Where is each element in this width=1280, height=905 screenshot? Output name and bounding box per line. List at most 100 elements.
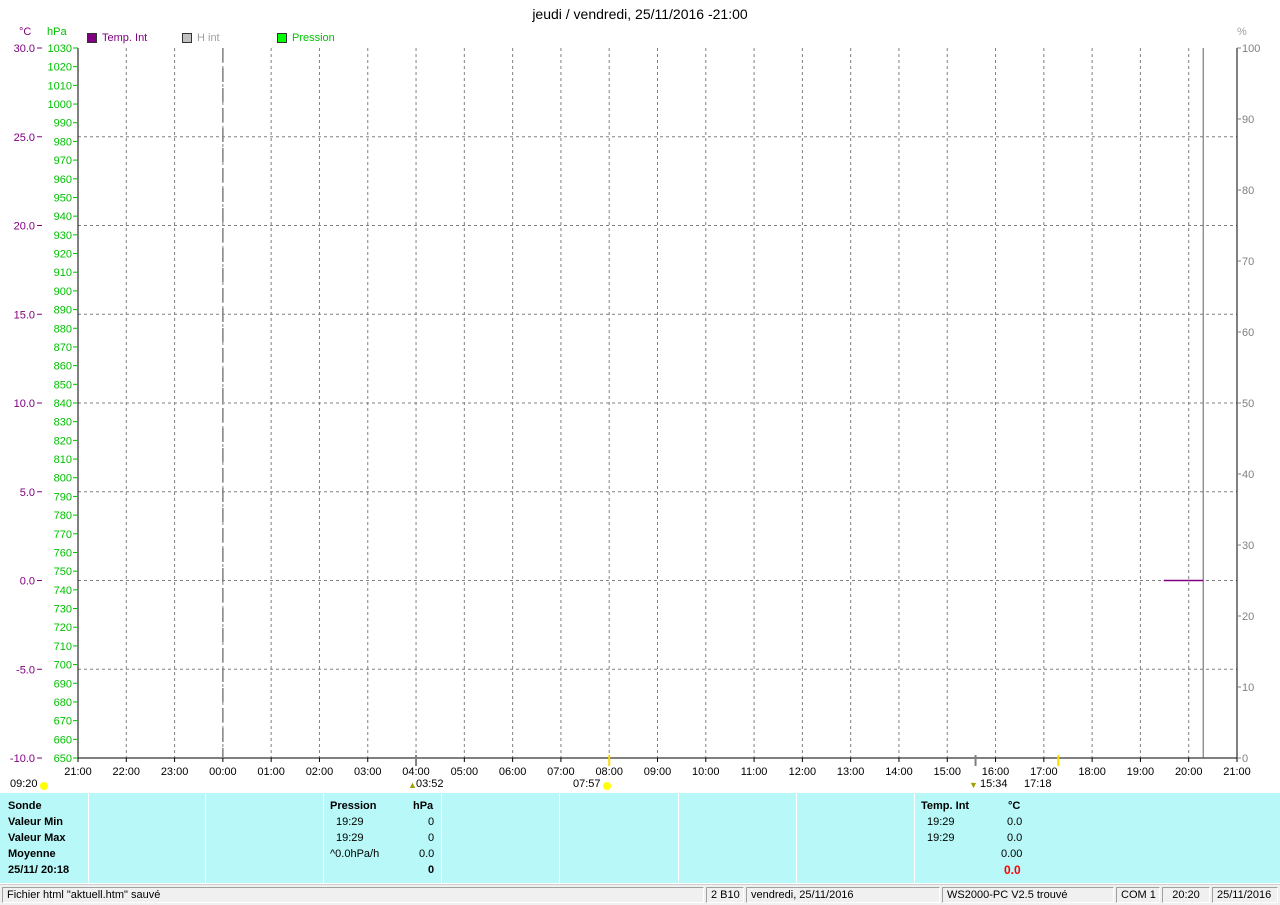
temp-int-max-value: 0.0 — [1007, 832, 1023, 844]
pressure-tick-label: 910 — [54, 267, 72, 279]
pressure-tick-label: 790 — [54, 491, 72, 503]
temp-tick-label: 15.0 — [14, 309, 35, 321]
pression-average: 0.0 — [419, 848, 435, 860]
pressure-tick-label: 650 — [54, 753, 72, 765]
temp-int-unit: °C — [1008, 800, 1021, 812]
status-bar: Fichier html "aktuell.htm" sauvé 2 B10 v… — [0, 884, 1280, 905]
humidity-tick-label: 0 — [1242, 753, 1248, 765]
pressure-tick-label: 750 — [54, 566, 72, 578]
pression-max-value: 0 — [428, 832, 435, 844]
temp-tick-label: 30.0 — [14, 43, 35, 55]
stats-column-empty — [206, 793, 324, 883]
x-tick-label: 19:00 — [1126, 766, 1155, 778]
pression-unit: hPa — [413, 800, 434, 812]
temp-tick-label: 10.0 — [14, 398, 35, 410]
sun-event-label: 07:57 — [573, 778, 601, 790]
pressure-tick-label: 690 — [54, 678, 72, 690]
pressure-tick-label: 780 — [54, 510, 72, 522]
pressure-tick-label: 670 — [54, 716, 72, 728]
x-tick-label: 04:00 — [402, 766, 430, 778]
stats-column-empty — [797, 793, 915, 883]
temp-tick-label: 25.0 — [14, 132, 35, 144]
sun-event-label: 09:20 — [10, 778, 38, 790]
humidity-tick-label: 40 — [1242, 469, 1254, 481]
x-tick-label: 03:00 — [353, 766, 382, 778]
pressure-tick-label: 980 — [54, 136, 72, 148]
x-tick-label: 17:00 — [1030, 766, 1058, 778]
pressure-tick-label: 950 — [54, 192, 72, 204]
pressure-tick-label: 1020 — [48, 62, 72, 74]
pressure-tick-label: 740 — [54, 585, 72, 597]
sun-event-label: 15:34 — [980, 778, 1008, 790]
stats-column-empty — [442, 793, 560, 883]
sonde-label: Sonde — [8, 800, 42, 812]
x-tick-label: 14:00 — [885, 766, 913, 778]
x-tick-label: 13:00 — [836, 766, 865, 778]
x-tick-label: 16:00 — [981, 766, 1010, 778]
moon-icon — [603, 782, 611, 790]
status-time: 20:20 — [1162, 887, 1210, 903]
stats-column-empty — [89, 793, 206, 883]
pressure-tick-label: 770 — [54, 529, 72, 541]
pressure-tick-label: 870 — [54, 342, 72, 354]
pressure-tick-label: 930 — [54, 230, 72, 242]
pressure-tick-label: 820 — [54, 435, 72, 447]
x-tick-label: 01:00 — [257, 766, 285, 778]
temp-tick-label: -5.0 — [16, 664, 35, 676]
temp-tick-label: -10.0 — [10, 753, 35, 765]
stats-column-pression: Pression hPa 19:29 0 19:29 0 ^0.0hPa/h 0… — [324, 793, 442, 883]
humidity-tick-label: 30 — [1242, 540, 1254, 552]
stats-column-empty — [679, 793, 797, 883]
temp-int-title: Temp. Int — [921, 800, 970, 812]
pression-max-time: 19:29 — [336, 832, 364, 844]
temp-int-min-time: 19:29 — [927, 816, 955, 828]
humidity-tick-label: 60 — [1242, 327, 1254, 339]
humidity-tick-label: 10 — [1242, 682, 1254, 694]
pressure-tick-label: 960 — [54, 174, 72, 186]
sunset-icon: ▼ — [969, 780, 978, 790]
pression-current: 0 — [428, 864, 435, 876]
pressure-tick-label: 1010 — [48, 80, 72, 92]
humidity-tick-label: 80 — [1242, 185, 1254, 197]
chart-plot[interactable]: 30.0 25.0 20.0 15.0 10.0 5.0 0.0 -5.0 -10.0 650 66… — [0, 0, 1280, 793]
x-tick-label: 18:00 — [1078, 766, 1106, 778]
current-datetime: 25/11/ 20:18 — [8, 864, 70, 876]
pressure-tick-label: 810 — [54, 454, 72, 466]
x-tick-label: 22:00 — [112, 766, 141, 778]
x-tick-label: 11:00 — [740, 766, 768, 778]
temp-tick-label: 5.0 — [20, 487, 35, 499]
pressure-tick-label: 1000 — [48, 99, 72, 111]
max-label: Valeur Max — [8, 832, 66, 844]
status-date2: 25/11/2016 — [1212, 887, 1278, 903]
x-tick-label: 21:00 — [64, 766, 92, 778]
pression-min-time: 19:29 — [336, 816, 364, 828]
humidity-tick-label: 100 — [1242, 43, 1260, 55]
pressure-tick-label: 1030 — [48, 43, 72, 55]
x-tick-label: 23:00 — [160, 766, 189, 778]
pressure-tick-label: 860 — [54, 361, 72, 373]
pressure-tick-label: 990 — [54, 118, 72, 130]
pressure-tick-label: 970 — [54, 155, 72, 167]
pressure-tick-label: 850 — [54, 379, 72, 391]
humidity-tick-label: 70 — [1242, 256, 1254, 268]
x-tick-label: 20:00 — [1174, 766, 1203, 778]
pressure-tick-label: 940 — [54, 211, 72, 223]
pressure-tick-label: 900 — [54, 286, 72, 298]
moyenne-label: Moyenne — [8, 848, 56, 860]
temp-int-current: 0.0 — [1004, 863, 1021, 877]
pressure-tick-label: 760 — [54, 547, 72, 559]
x-tick-label: 10:00 — [692, 766, 720, 778]
sunset-icon — [40, 782, 48, 790]
status-date: vendredi, 25/11/2016 — [746, 887, 940, 903]
min-label: Valeur Min — [8, 816, 64, 828]
x-tick-label: 09:00 — [643, 766, 672, 778]
pression-title: Pression — [330, 800, 377, 812]
x-tick-label: 21:00 — [1223, 766, 1251, 778]
humidity-tick-label: 90 — [1242, 114, 1254, 126]
x-tick-label: 08:00 — [595, 766, 623, 778]
sun-event-label: 03:52 — [416, 778, 444, 790]
status-code: 2 B10 — [706, 887, 744, 903]
stats-labels-column: Sonde Valeur Min Valeur Max Moyenne 25/1… — [0, 793, 89, 883]
pressure-tick-label: 840 — [54, 398, 72, 410]
x-tick-label: 15:00 — [933, 766, 962, 778]
